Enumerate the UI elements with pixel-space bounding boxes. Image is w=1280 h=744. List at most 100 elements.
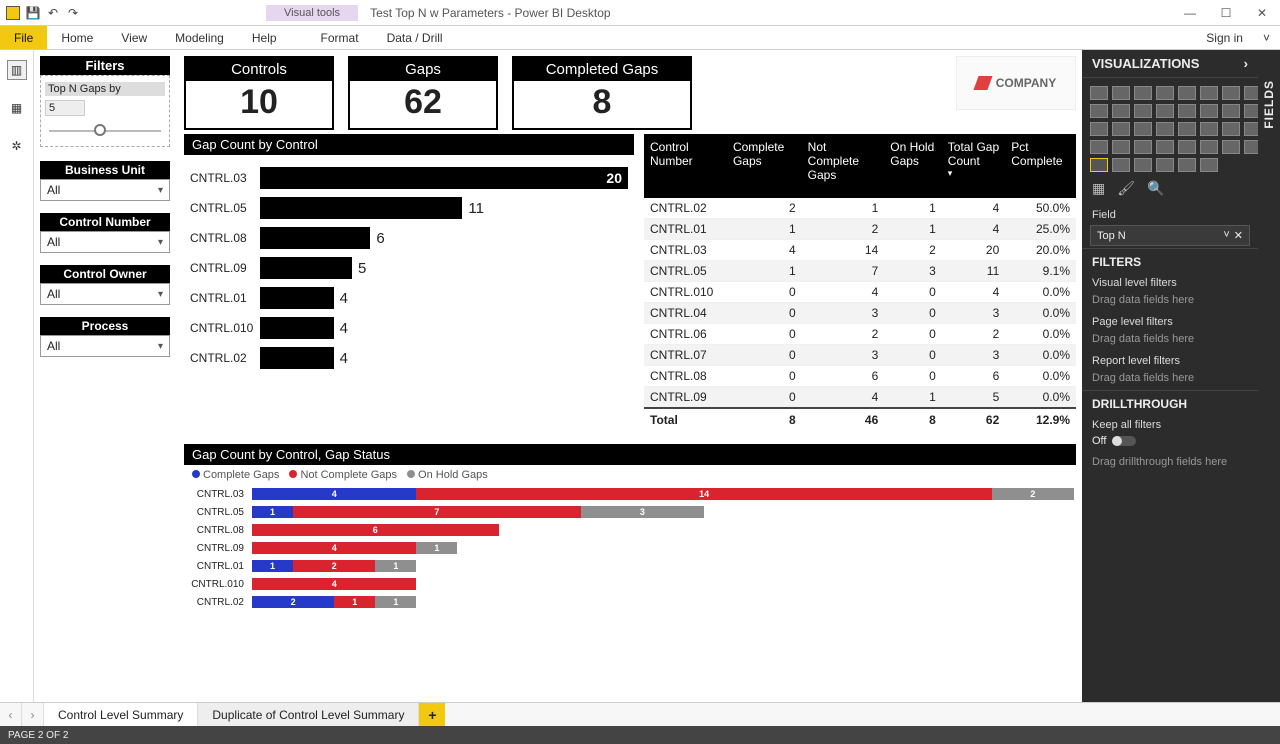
report-filters-drop[interactable]: Drag data fields here	[1082, 369, 1258, 390]
top-n-slicer[interactable]: Top N Gaps by 5	[40, 75, 170, 147]
keep-all-label: Keep all filters	[1082, 415, 1258, 433]
ribbon-tab-data-drill[interactable]: Data / Drill	[373, 26, 457, 49]
slicer-cn-label: Control Number	[40, 213, 170, 231]
table-row[interactable]: CNTRL.05173119.1%	[644, 261, 1076, 282]
bar-label: CNTRL.08	[190, 231, 254, 245]
table-row[interactable]: CNTRL.0602020.0%	[644, 324, 1076, 345]
table-row[interactable]: CNTRL.01004040.0%	[644, 282, 1076, 303]
app-logo-icon	[6, 6, 20, 20]
chevron-down-icon[interactable]: ˅	[1223, 229, 1229, 242]
table-header[interactable]: Control Number	[644, 134, 727, 198]
slicer-pr-dropdown[interactable]: All▾	[40, 335, 170, 357]
visual-filters-label: Visual level filters	[1082, 273, 1258, 291]
view-rail: ▥ ▦ ✲	[0, 50, 34, 702]
remove-field-icon[interactable]: ✕	[1234, 229, 1243, 242]
drillthrough-drop[interactable]: Drag drillthrough fields here	[1082, 453, 1258, 474]
slicer-cn-dropdown[interactable]: All▾	[40, 231, 170, 253]
redo-icon[interactable]: ↷	[66, 6, 80, 20]
keep-all-toggle[interactable]: Off	[1082, 433, 1258, 453]
card-gaps[interactable]: Gaps 62	[348, 56, 498, 130]
field-well-value: Top N	[1097, 230, 1126, 242]
filters-column: Filters Top N Gaps by 5 Business Unit Al…	[40, 56, 170, 369]
sign-in-link[interactable]: Sign in	[1196, 26, 1253, 49]
ribbon-tab-view[interactable]: View	[107, 26, 161, 49]
undo-icon[interactable]: ↶	[46, 6, 60, 20]
minimize-button[interactable]: —	[1172, 0, 1208, 26]
table-header[interactable]: Pct Complete	[1005, 134, 1076, 198]
report-view-icon[interactable]: ▥	[7, 60, 27, 80]
legend-item[interactable]: Not Complete Gaps	[289, 469, 397, 481]
visual-filters-drop[interactable]: Drag data fields here	[1082, 291, 1258, 312]
viz-header-label: VISUALIZATIONS	[1092, 56, 1199, 71]
ribbon-tab-format[interactable]: Format	[307, 26, 373, 49]
stacked-bar-label: CNTRL.05	[190, 507, 248, 518]
ribbon-tab-modeling[interactable]: Modeling	[161, 26, 238, 49]
table-row[interactable]: CNTRL.02211450.0%	[644, 198, 1076, 219]
ribbon-tab-help[interactable]: Help	[238, 26, 291, 49]
slicer-bu-dropdown[interactable]: All▾	[40, 179, 170, 201]
window-title: Test Top N w Parameters - Power BI Deskt…	[370, 6, 611, 20]
slider-thumb-icon[interactable]	[94, 124, 106, 136]
page-tab-2[interactable]: Duplicate of Control Level Summary	[198, 703, 419, 726]
slicer-bu-label: Business Unit	[40, 161, 170, 179]
card-controls[interactable]: Controls 10	[184, 56, 334, 130]
fields-header-label: FIELDS	[1262, 80, 1276, 129]
model-view-icon[interactable]: ✲	[7, 136, 27, 156]
legend-item[interactable]: On Hold Gaps	[407, 469, 488, 481]
format-tab-icon[interactable]: 🖌	[1117, 180, 1135, 197]
table-header[interactable]: Not Complete Gaps	[802, 134, 885, 198]
table-row[interactable]: CNTRL.0806060.0%	[644, 366, 1076, 387]
fields-pane-collapsed[interactable]: FIELDS	[1258, 50, 1280, 702]
table-header[interactable]: Complete Gaps	[727, 134, 802, 198]
viz-type-gallery[interactable]	[1082, 78, 1258, 176]
bar-row: CNTRL.09 5	[190, 253, 628, 283]
legend-item[interactable]: Complete Gaps	[192, 469, 279, 481]
file-menu[interactable]: File	[0, 26, 47, 49]
card-completed-gaps[interactable]: Completed Gaps 8	[512, 56, 692, 130]
gap-table[interactable]: Control NumberComplete GapsNot Complete …	[644, 134, 1076, 431]
ribbon-tab-home[interactable]: Home	[47, 26, 107, 49]
table-row[interactable]: CNTRL.0403030.0%	[644, 303, 1076, 324]
bar-label: CNTRL.010	[190, 321, 254, 335]
chart-legend: Complete Gaps Not Complete Gaps On Hold Ga…	[184, 465, 1076, 485]
expand-ribbon-icon[interactable]: ˅	[1253, 26, 1280, 49]
page-next-icon[interactable]: ›	[22, 703, 44, 726]
stacked-bar-label: CNTRL.02	[190, 597, 248, 608]
slicer-value-input[interactable]: 5	[45, 100, 85, 116]
table-row[interactable]: CNTRL.01121425.0%	[644, 219, 1076, 240]
close-button[interactable]: ✕	[1244, 0, 1280, 26]
slicer-bu-value: All	[47, 183, 60, 197]
bar-row: CNTRL.010 4	[190, 313, 628, 343]
chevron-down-icon: ▾	[158, 289, 163, 300]
add-page-button[interactable]: +	[419, 703, 445, 726]
save-icon[interactable]: 💾	[26, 6, 40, 20]
table-header[interactable]: On Hold Gaps	[884, 134, 942, 198]
report-canvas[interactable]: Filters Top N Gaps by 5 Business Unit Al…	[34, 50, 1082, 702]
table-row[interactable]: CNTRL.0904150.0%	[644, 387, 1076, 409]
bar-chart-gap-by-control[interactable]: Gap Count by Control CNTRL.03 20 CNTRL.0…	[184, 134, 634, 377]
stacked-bar-row: CNTRL.02211	[190, 593, 1074, 611]
page-filters-label: Page level filters	[1082, 312, 1258, 330]
stacked-bar-body: CNTRL.034142CNTRL.05173CNTRL.086CNTRL.09…	[184, 485, 1076, 617]
slicer-slider[interactable]	[49, 130, 161, 132]
maximize-button[interactable]: ☐	[1208, 0, 1244, 26]
stacked-bar-row: CNTRL.05173	[190, 503, 1074, 521]
card-label: Completed Gaps	[514, 58, 690, 81]
data-view-icon[interactable]: ▦	[7, 98, 27, 118]
table-row[interactable]: CNTRL.0341422020.0%	[644, 240, 1076, 261]
stacked-bar-chart[interactable]: Gap Count by Control, Gap Status Complet…	[184, 444, 1076, 617]
fields-tab-icon[interactable]: ▦	[1092, 180, 1105, 197]
page-tab-1[interactable]: Control Level Summary	[44, 703, 198, 726]
field-well-top-n[interactable]: Top N ˅ ✕	[1090, 225, 1250, 246]
ribbon: File Home View Modeling Help Format Data…	[0, 26, 1280, 50]
page-prev-icon[interactable]: ‹	[0, 703, 22, 726]
toggle-off-label: Off	[1092, 435, 1106, 447]
slicer-co-dropdown[interactable]: All▾	[40, 283, 170, 305]
table-row[interactable]: CNTRL.0703030.0%	[644, 345, 1076, 366]
viz-field-tabs[interactable]: ▦ 🖌 🔍	[1082, 176, 1258, 205]
stacked-bar-row: CNTRL.086	[190, 521, 1074, 539]
table-header[interactable]: Total Gap Count▾	[942, 134, 1005, 198]
page-filters-drop[interactable]: Drag data fields here	[1082, 330, 1258, 351]
analytics-tab-icon[interactable]: 🔍	[1147, 180, 1164, 197]
collapse-icon[interactable]: ›	[1244, 56, 1248, 71]
